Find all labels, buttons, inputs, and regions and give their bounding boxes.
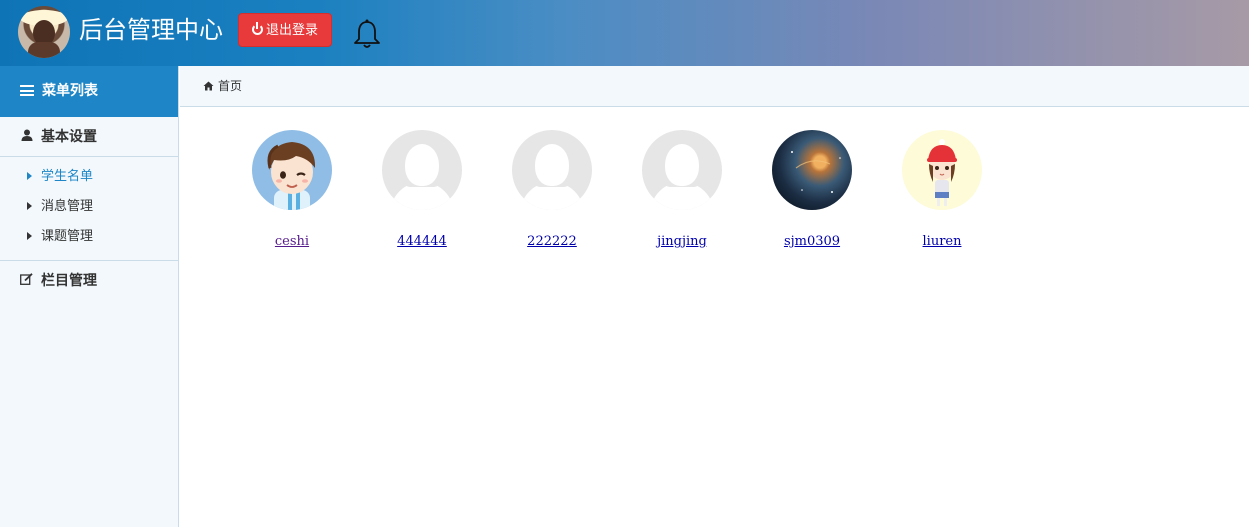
caret-right-icon	[27, 202, 32, 210]
user-icon	[20, 117, 33, 157]
admin-avatar	[18, 6, 70, 58]
sidebar-submenu: 学生名单 消息管理 课题管理	[0, 157, 178, 261]
sidebar-item-messages[interactable]: 消息管理	[0, 192, 178, 222]
sidebar-item-topics[interactable]: 课题管理	[0, 222, 178, 252]
sidebar-group-columns[interactable]: 栏目管理	[0, 261, 178, 301]
sidebar-heading: 菜单列表	[0, 66, 178, 117]
list-icon	[20, 85, 34, 96]
bell-icon[interactable]	[352, 18, 382, 50]
user-card[interactable]: 444444	[382, 130, 462, 249]
sidebar-group-label: 基本设置	[41, 129, 97, 145]
user-name-link[interactable]: 222222	[512, 234, 592, 249]
home-icon	[203, 67, 214, 91]
caret-right-icon	[27, 172, 32, 180]
user-name-link[interactable]: jingjing	[642, 234, 722, 249]
app-title: 后台管理中心	[79, 16, 223, 44]
sidebar-group-label: 栏目管理	[41, 273, 97, 289]
power-icon	[251, 22, 263, 35]
user-name-link[interactable]: 444444	[382, 234, 462, 249]
user-card[interactable]: jingjing	[642, 130, 722, 249]
sidebar-item-label: 学生名单	[41, 169, 94, 184]
sidebar-heading-label: 菜单列表	[42, 83, 98, 99]
default-avatar-icon	[642, 130, 722, 210]
default-avatar-icon	[382, 130, 462, 210]
user-name-link[interactable]: ceshi	[252, 234, 332, 249]
sidebar-group-basic-settings[interactable]: 基本设置	[0, 117, 178, 157]
logout-button[interactable]: 退出登录	[238, 13, 332, 47]
user-card[interactable]: ceshi	[252, 130, 332, 249]
user-avatar	[902, 130, 982, 210]
sidebar-item-label: 课题管理	[41, 229, 94, 244]
sidebar-item-student-list[interactable]: 学生名单	[0, 162, 178, 192]
breadcrumb: 首页	[180, 66, 1249, 107]
logout-label: 退出登录	[265, 23, 318, 38]
user-avatar	[252, 130, 332, 210]
top-header: 后台管理中心 退出登录	[0, 0, 1249, 66]
edit-icon	[20, 261, 33, 301]
caret-right-icon	[27, 232, 32, 240]
user-card[interactable]: 222222	[512, 130, 592, 249]
user-name-link[interactable]: sjm0309	[772, 234, 852, 249]
breadcrumb-home[interactable]: 首页	[218, 79, 242, 93]
user-name-link[interactable]: liuren	[902, 234, 982, 249]
user-card[interactable]: sjm0309	[772, 130, 852, 249]
default-avatar-icon	[512, 130, 592, 210]
sidebar-item-label: 消息管理	[41, 199, 94, 214]
user-grid: ceshi 444444 222222 jingjing sjm0309 liu…	[180, 107, 1249, 527]
user-avatar	[772, 130, 852, 210]
user-card[interactable]: liuren	[902, 130, 982, 249]
sidebar: 菜单列表 基本设置 学生名单 消息管理 课题管理 栏目管理	[0, 66, 179, 527]
